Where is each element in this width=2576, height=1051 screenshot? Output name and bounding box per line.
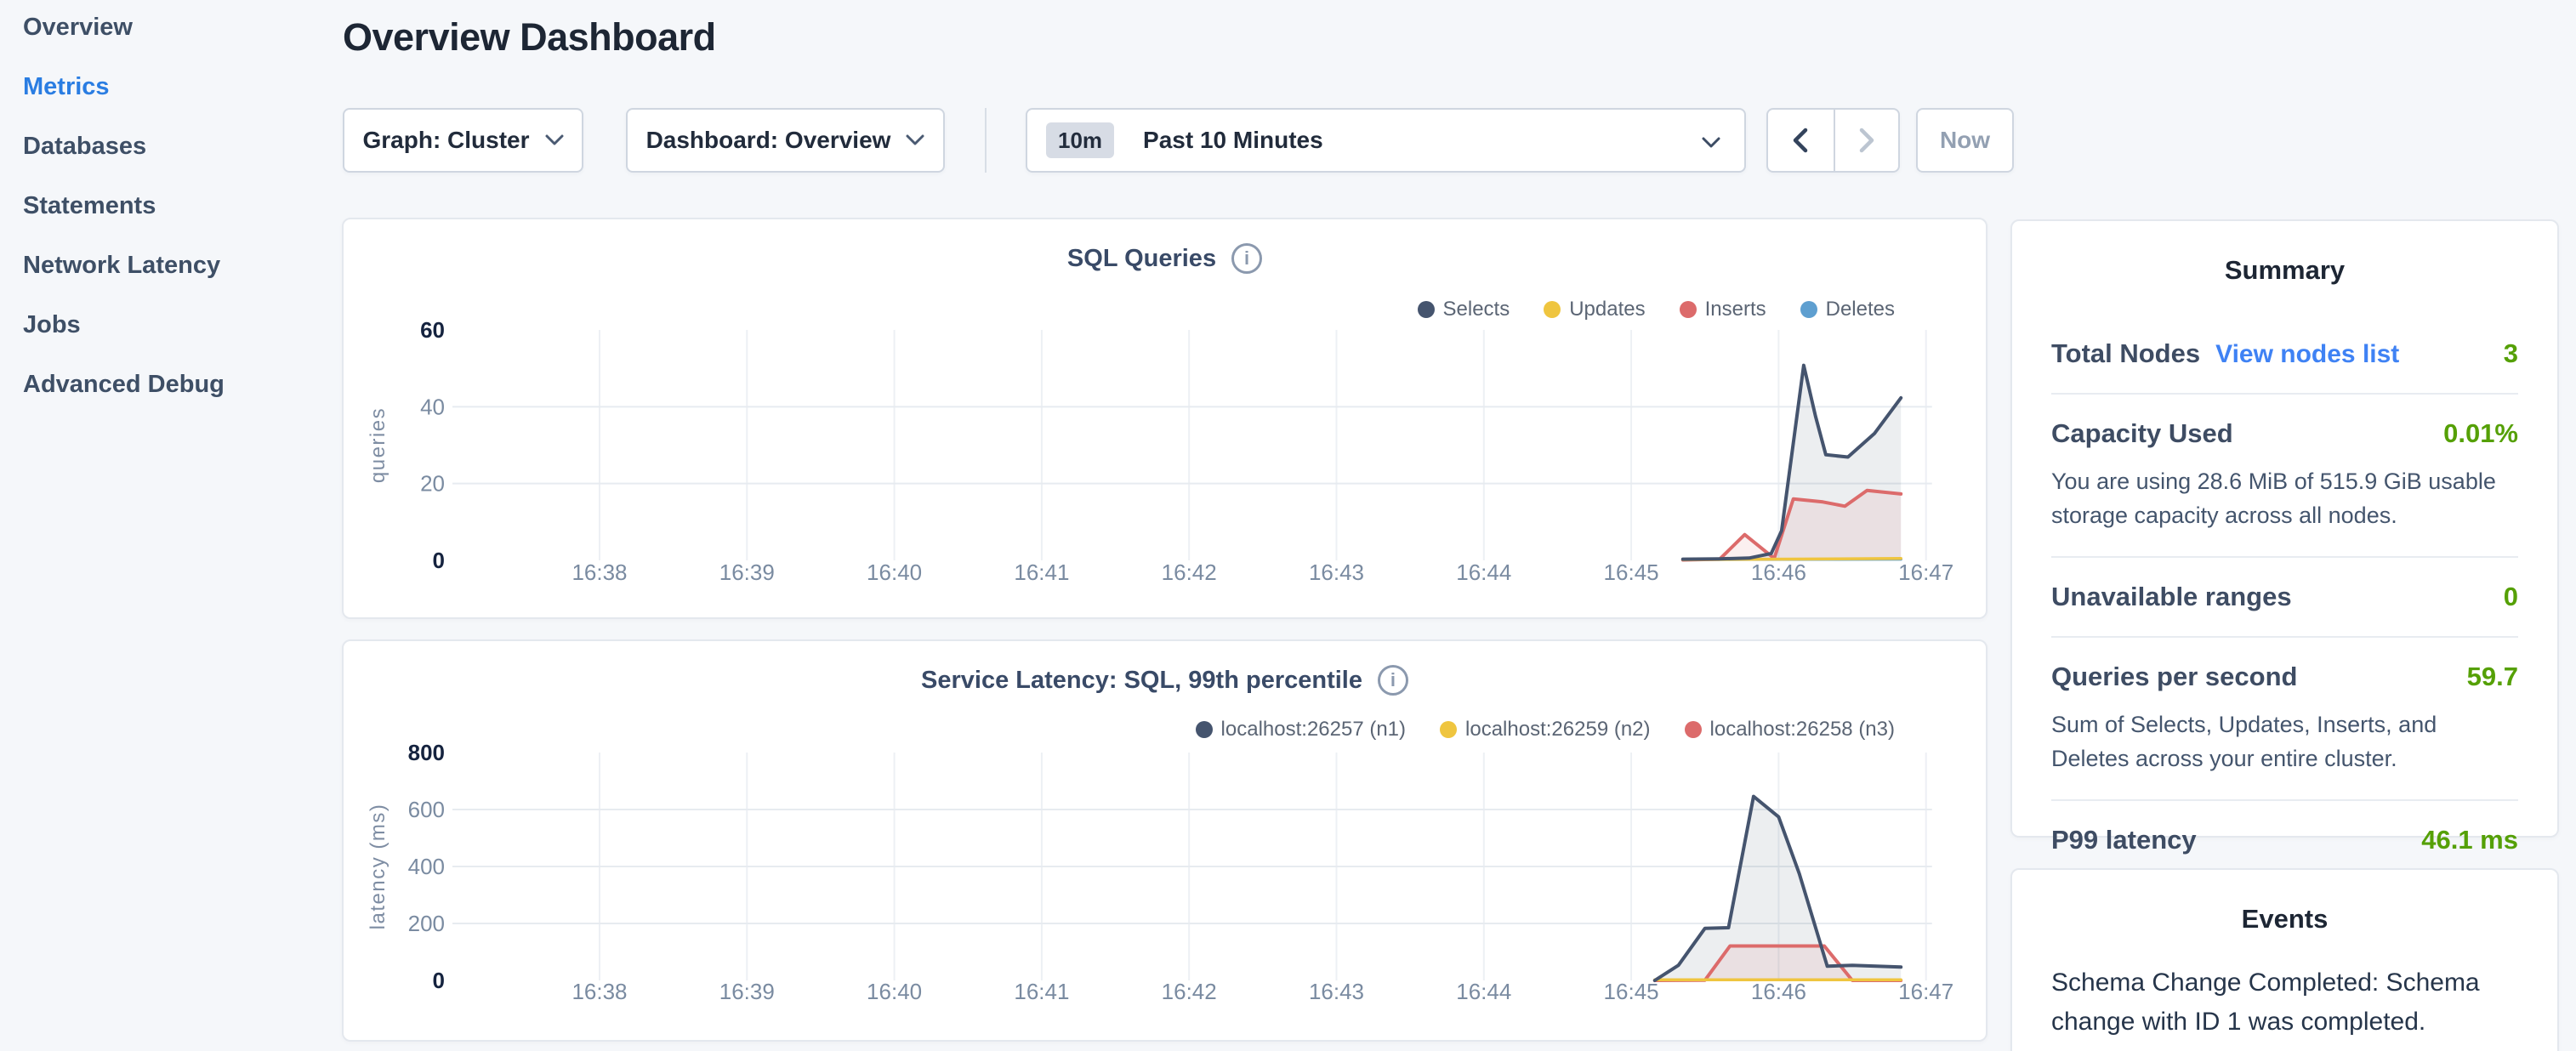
summary-row-value: 3	[2504, 338, 2518, 369]
sidebar: Overview Metrics Databases Statements Networ…	[0, 0, 323, 1051]
summary-row: Queries per second 59.7 Sum of Selects, Up…	[2051, 638, 2518, 801]
graph-scope-label: Graph: Cluster	[362, 127, 529, 154]
toolbar-divider	[985, 108, 987, 173]
sidebar-item-databases[interactable]: Databases	[23, 128, 323, 165]
x-tick-label: 16:44	[1456, 979, 1511, 1004]
x-tick-label: 16:42	[1162, 979, 1217, 1004]
y-axis-label: latency (ms)	[367, 804, 390, 930]
y-tick-label: 60	[420, 317, 445, 343]
summary-row-label: Queries per second	[2051, 662, 2297, 692]
x-tick-label: 16:43	[1309, 979, 1364, 1004]
graph-scope-dropdown[interactable]: Graph: Cluster	[343, 108, 583, 173]
y-tick-label: 40	[420, 394, 445, 419]
sidebar-item-network-latency[interactable]: Network Latency	[23, 247, 323, 284]
y-axis-label: queries	[367, 407, 390, 483]
chevron-right-icon	[1859, 128, 1874, 153]
y-tick-label: 20	[420, 471, 445, 497]
y-tick-label: 200	[408, 911, 445, 936]
chevron-left-icon	[1793, 128, 1808, 153]
y-tick-label: 800	[408, 740, 445, 765]
summary-row: Capacity Used 0.01% You are using 28.6 MiB…	[2051, 395, 2518, 558]
x-tick-label: 16:47	[1898, 560, 1953, 585]
summary-row-label: Total Nodes	[2051, 338, 2200, 369]
x-tick-label: 16:40	[867, 979, 922, 1004]
x-tick-label: 16:43	[1309, 560, 1364, 585]
summary-row-label: Capacity Used	[2051, 418, 2233, 449]
event-text: Schema Change Completed: Schema change w…	[2051, 963, 2518, 1042]
y-tick-label: 0	[433, 968, 445, 993]
chevron-down-icon	[545, 134, 564, 146]
now-button-label: Now	[1940, 127, 1990, 154]
summary-row-description: You are using 28.6 MiB of 515.9 GiB usab…	[2051, 464, 2518, 532]
events-title: Events	[2051, 904, 2518, 935]
y-tick-label: 600	[408, 797, 445, 822]
chevron-down-icon	[906, 134, 924, 146]
sidebar-item-statements[interactable]: Statements	[23, 187, 323, 224]
x-tick-label: 16:47	[1898, 979, 1953, 1004]
now-button[interactable]: Now	[1916, 108, 2014, 173]
summary-row: Unavailable ranges 0	[2051, 558, 2518, 638]
sidebar-item-jobs[interactable]: Jobs	[23, 306, 323, 344]
x-tick-label: 16:46	[1751, 979, 1806, 1004]
prev-time-button[interactable]	[1768, 110, 1834, 171]
summary-row-value: 0	[2504, 582, 2518, 612]
x-tick-label: 16:46	[1751, 560, 1806, 585]
summary-panel: Summary Total Nodes View nodes list 3 Capac…	[2010, 219, 2559, 838]
x-tick-label: 16:39	[719, 979, 775, 1004]
y-tick-label: 0	[433, 548, 445, 573]
events-panel: Events Schema Change Completed: Schema c…	[2010, 868, 2559, 1051]
time-range-badge: 10m	[1046, 122, 1114, 158]
summary-row-value: 46.1 ms	[2421, 825, 2518, 855]
dashboard-dropdown[interactable]: Dashboard: Overview	[626, 108, 945, 173]
x-tick-label: 16:40	[867, 560, 922, 585]
summary-row-label: Unavailable ranges	[2051, 582, 2292, 612]
summary-row-description: Sum of Selects, Updates, Inserts, and De…	[2051, 707, 2518, 775]
x-tick-label: 16:39	[719, 560, 775, 585]
sidebar-item-overview[interactable]: Overview	[23, 9, 323, 46]
view-nodes-list-link[interactable]: View nodes list	[2215, 340, 2399, 369]
sidebar-item-advanced-debug[interactable]: Advanced Debug	[23, 366, 323, 403]
x-tick-label: 16:44	[1456, 560, 1511, 585]
event-item[interactable]: Schema Change Completed: Schema change w…	[2051, 963, 2518, 1051]
sidebar-item-metrics[interactable]: Metrics	[23, 68, 323, 105]
next-time-button[interactable]	[1834, 110, 1899, 171]
x-tick-label: 16:41	[1014, 560, 1069, 585]
summary-row-value: 59.7	[2467, 662, 2518, 692]
service-latency-chart-card: Service Latency: SQL, 99th percentile i …	[342, 639, 1987, 1042]
x-tick-label: 16:45	[1604, 560, 1659, 585]
sql-queries-chart[interactable]: 16:38 16:39 16:40 16:41 16:42 16:43 16:44 16:45…	[344, 219, 1986, 617]
summary-row: Total Nodes View nodes list 3	[2051, 315, 2518, 395]
summary-row-label: P99 latency	[2051, 825, 2197, 855]
service-latency-chart[interactable]: 16:38 16:39 16:40 16:41 16:42 16:43 16:44 16:45…	[344, 641, 1986, 1040]
x-tick-label: 16:42	[1162, 560, 1217, 585]
sql-queries-chart-card: SQL Queries i SelectsUpdatesInsertsDelet…	[342, 218, 1987, 619]
chevron-down-icon	[1702, 137, 1720, 149]
x-tick-label: 16:41	[1014, 979, 1069, 1004]
x-tick-label: 16:38	[571, 560, 627, 585]
page-title: Overview Dashboard	[343, 15, 716, 60]
time-step-buttons	[1766, 108, 1900, 173]
dashboard-label: Dashboard: Overview	[646, 127, 891, 154]
summary-title: Summary	[2051, 255, 2518, 286]
x-tick-label: 16:45	[1604, 979, 1659, 1004]
time-range-dropdown[interactable]: 10m Past 10 Minutes	[1026, 108, 1746, 173]
x-tick-label: 16:38	[571, 979, 627, 1004]
time-range-value: Past 10 Minutes	[1143, 127, 1323, 154]
y-tick-label: 400	[408, 854, 445, 879]
summary-row-value: 0.01%	[2443, 418, 2518, 449]
